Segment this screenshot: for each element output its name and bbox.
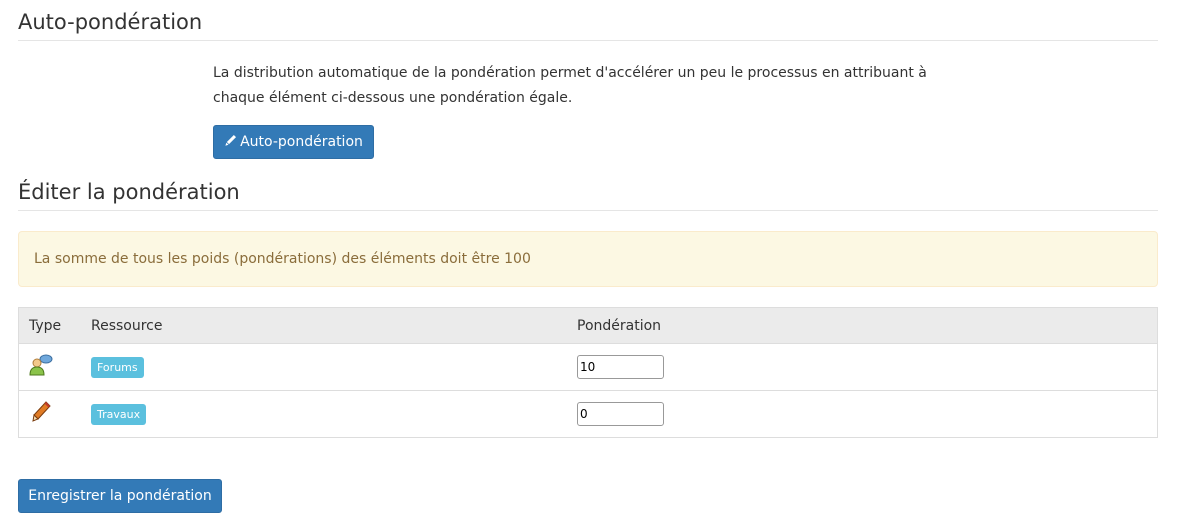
table-row: Travaux [18, 390, 1158, 438]
weight-cell [567, 343, 1158, 391]
table-row: Forums [18, 343, 1158, 391]
weight-sum-warning: La somme de tous les poids (pondérations… [18, 231, 1158, 287]
table-header-row: Type Ressource Pondération [18, 307, 1158, 344]
resource-label-travaux[interactable]: Travaux [91, 403, 147, 425]
edit-weight-title: Éditer la pondération [18, 178, 1158, 211]
weight-input-travaux[interactable] [577, 402, 664, 426]
weight-input-forums[interactable] [577, 355, 664, 379]
pencil-icon [225, 134, 237, 146]
weight-table: Type Ressource Pondération Forums 10 Tra… [18, 307, 1158, 438]
auto-weight-button-label: Auto-pondération [240, 134, 363, 150]
auto-weight-button[interactable]: Auto-pondération [213, 125, 374, 159]
weight-cell [567, 390, 1158, 438]
resource-cell: Travaux [81, 390, 567, 438]
resource-cell: Forums [81, 343, 567, 391]
resource-column-header: Ressource [81, 307, 567, 344]
resource-label-forums[interactable]: Forums [91, 356, 144, 378]
forum-users-icon [29, 354, 53, 376]
pencil-icon [32, 401, 51, 422]
type-column-header: Type [18, 307, 81, 344]
weight-column-header: Pondération [567, 307, 1158, 344]
type-cell [18, 390, 81, 438]
type-cell [18, 343, 81, 391]
auto-weight-description: La distribution automatique de la pondér… [213, 65, 927, 106]
save-weight-button[interactable]: Enregistrer la pondération [18, 479, 222, 513]
auto-weight-title: Auto-pondération [18, 8, 1158, 41]
